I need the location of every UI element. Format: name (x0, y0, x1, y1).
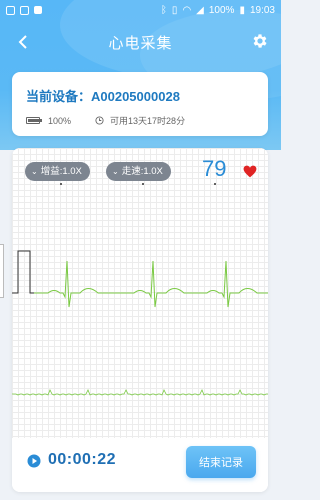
remaining-time: 可用13天17时28分 (110, 116, 186, 126)
ecg-secondary-trace (12, 389, 268, 396)
notification-icon (6, 5, 15, 15)
play-icon[interactable] (27, 454, 41, 468)
status-battery-percent: 100% (208, 4, 235, 16)
device-card: 当前设备：A00205000028 100% 可用13天17时28分 (12, 72, 268, 136)
status-bar: ᛒ ▯ ◠ ◢ 100% ▮ 19:03 (0, 0, 281, 20)
recording-footer: 00:00:22 结束记录 (12, 438, 268, 492)
chevron-down-icon: ⌄ (31, 167, 38, 176)
gear-icon (253, 34, 267, 48)
device-battery-percent: 100% (48, 115, 72, 126)
back-button[interactable] (12, 30, 34, 54)
screen-edge-tab (0, 244, 4, 298)
title-bar: 心电采集 (0, 26, 281, 58)
page-title: 心电采集 (108, 34, 173, 52)
calibration-pulse (12, 250, 34, 294)
settings-button[interactable] (251, 32, 269, 50)
elapsed-timer: 00:00:22 (48, 451, 117, 468)
heart-icon (243, 165, 257, 178)
heart-rate-value: 79 (202, 156, 227, 181)
vibrate-icon: ▯ (171, 4, 178, 16)
gain-label: 增益:1.0X (40, 166, 82, 177)
current-device-label: 当前设备：A00205000028 (26, 89, 180, 104)
marker-dot (214, 183, 216, 185)
battery-icon (26, 117, 42, 124)
clock-icon (95, 116, 104, 125)
ecg-trace (34, 260, 268, 308)
marker-dot (142, 183, 144, 185)
gain-selector[interactable]: ⌄ 增益:1.0X (25, 162, 90, 181)
ecg-waveform (12, 250, 268, 396)
chevron-left-icon (18, 35, 27, 49)
bluetooth-icon: ᛒ (160, 4, 167, 16)
speed-selector[interactable]: ⌄ 走速:1.0X (106, 162, 171, 181)
wifi-icon: ◠ (182, 4, 192, 16)
notification-icon (34, 6, 42, 14)
chevron-down-icon: ⌄ (112, 167, 119, 176)
ecg-card: ⌄ 增益:1.0X ⌄ 走速:1.0X 79 00:00:22 结束记录 (12, 148, 268, 492)
notification-icon (20, 5, 29, 15)
ecg-capture-screen: ᛒ ▯ ◠ ◢ 100% ▮ 19:03 心电采集 当前设备：A00205000… (0, 0, 281, 500)
status-time: 19:03 (249, 4, 275, 16)
signal-icon: ◢ (196, 4, 204, 16)
marker-dot (60, 183, 62, 185)
status-battery-icon: ▮ (239, 4, 245, 16)
speed-label: 走速:1.0X (121, 166, 163, 177)
stop-recording-button[interactable]: 结束记录 (186, 446, 256, 478)
